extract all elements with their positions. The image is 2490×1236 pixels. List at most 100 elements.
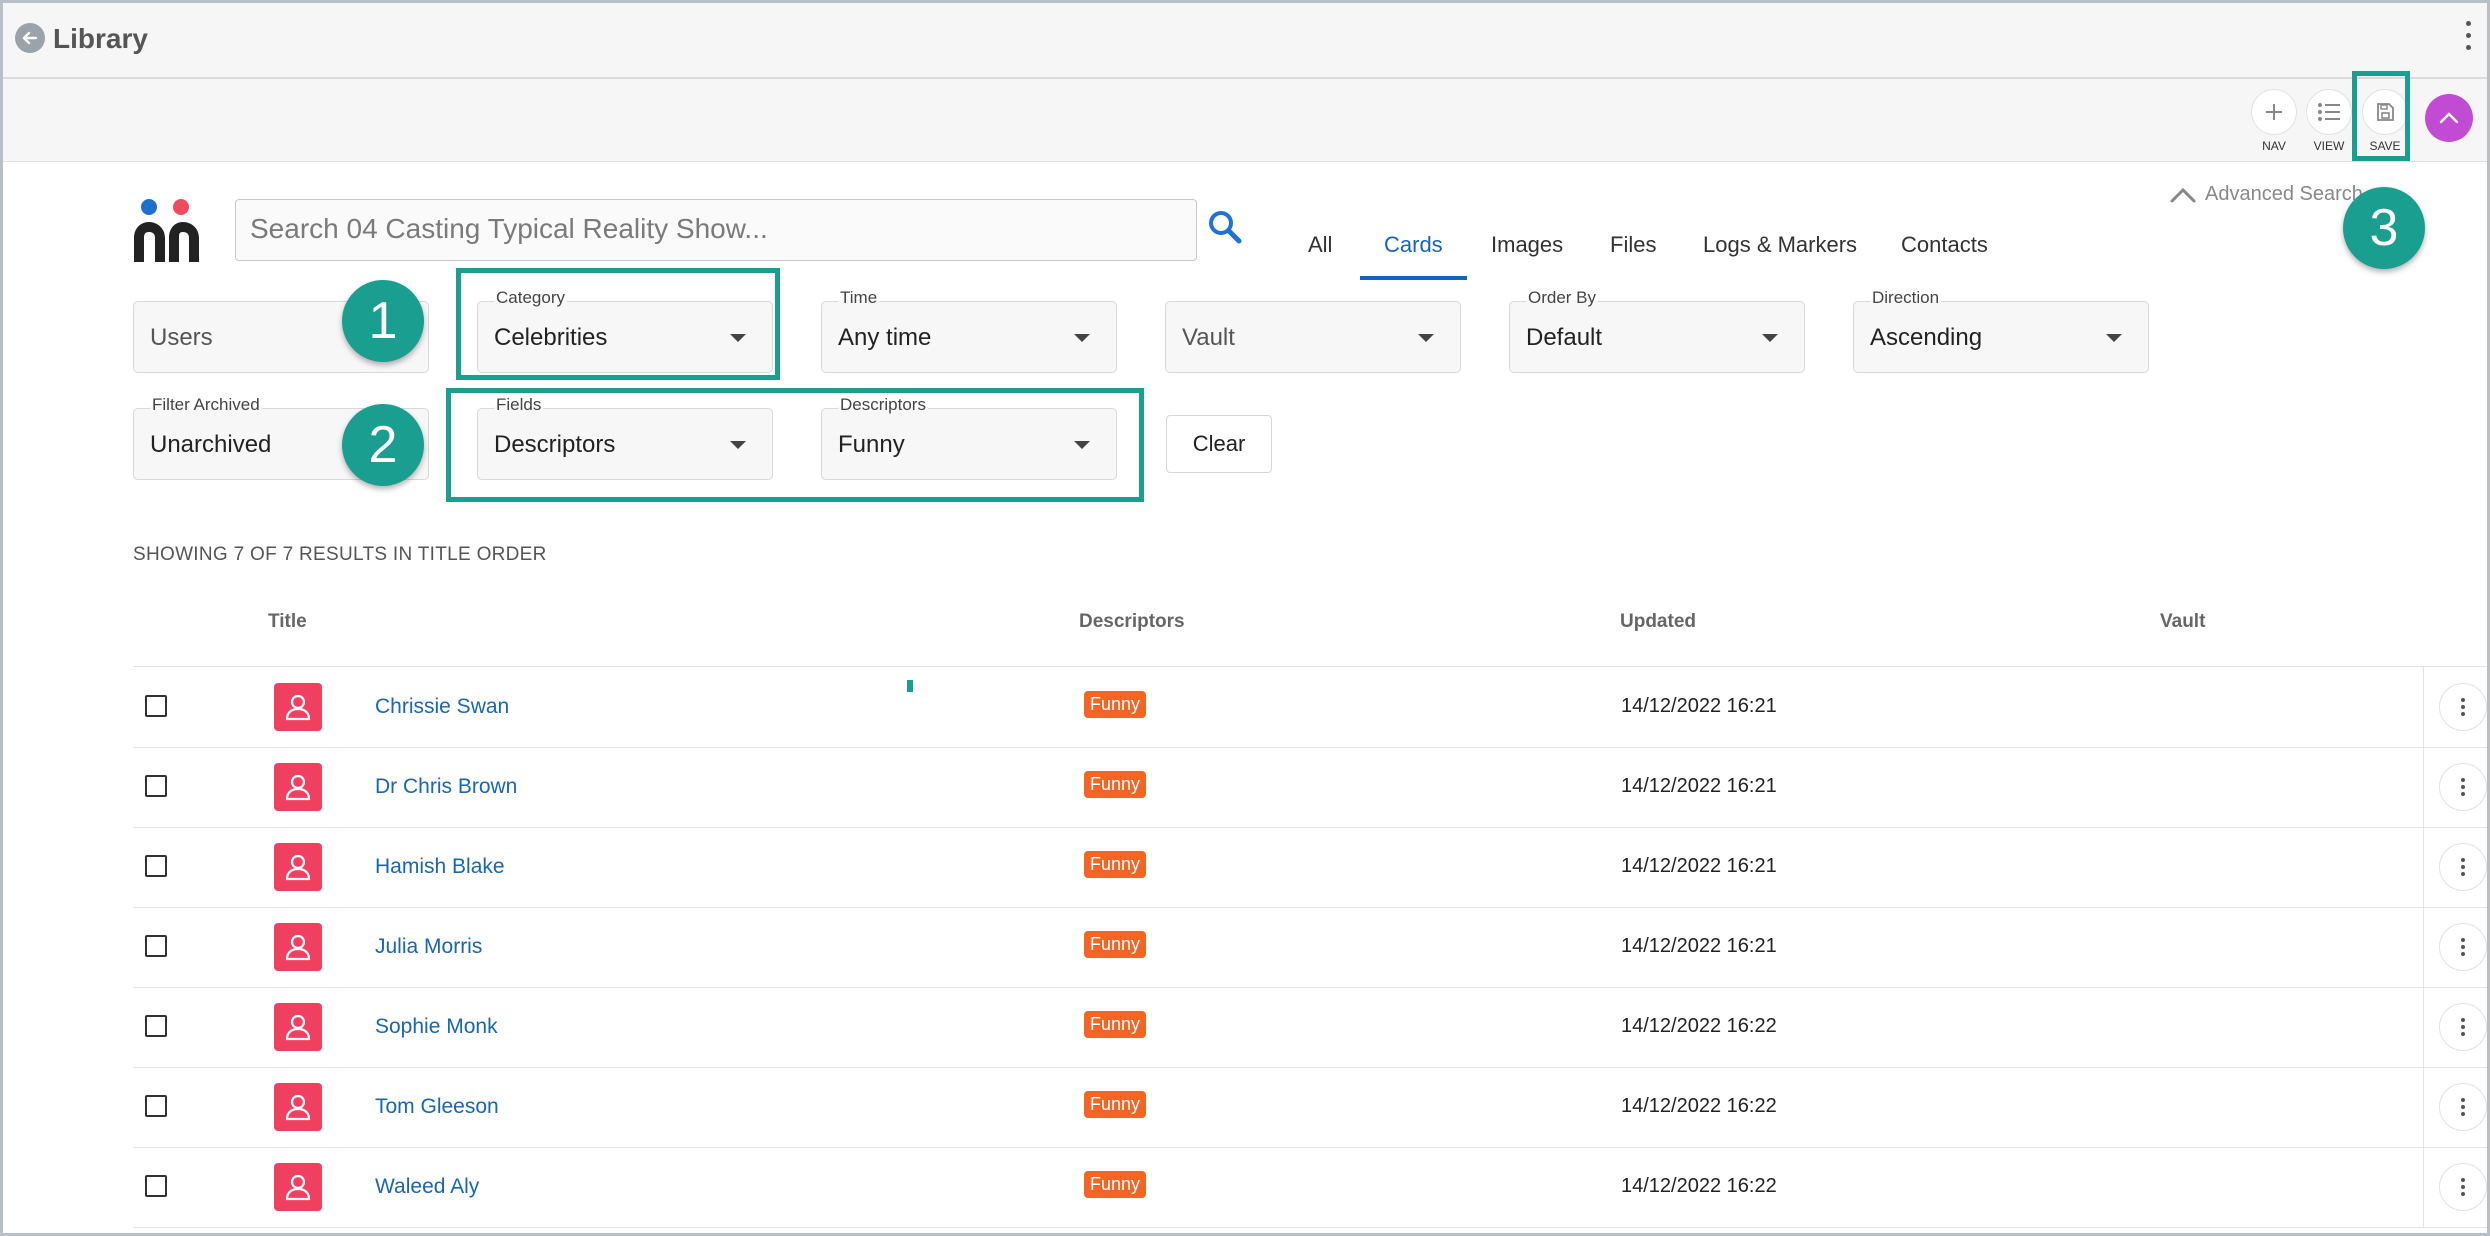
nav-label: NAV	[2262, 139, 2286, 153]
row-action-divider	[2423, 667, 2424, 747]
tab-logs-markers[interactable]: Logs & Markers	[1703, 232, 1857, 258]
time-label: Time	[838, 288, 880, 308]
view-label: VIEW	[2313, 139, 2345, 153]
row-action-divider	[2423, 827, 2424, 907]
tab-images[interactable]: Images	[1491, 232, 1563, 258]
save-highlight-box	[2352, 71, 2410, 161]
app-window: Library NAV VIEW SAVE Search 04 Casting …	[0, 0, 2490, 1236]
more-vert-icon[interactable]	[2439, 1003, 2487, 1051]
row-updated: 14/12/2022 16:22	[1621, 1095, 1777, 1117]
callout-2: 2	[342, 404, 424, 486]
person-icon	[274, 1083, 322, 1131]
row-action-divider	[2423, 987, 2424, 1067]
direction-select[interactable]: Direction Ascending	[1853, 288, 2149, 373]
descriptor-badge: Funny	[1084, 851, 1147, 878]
tab-all[interactable]: All	[1308, 232, 1332, 258]
person-icon	[274, 763, 322, 811]
direction-value: Ascending	[1870, 324, 1983, 351]
filter-archived-value: Unarchived	[150, 431, 272, 458]
column-header-vault[interactable]: Vault	[2160, 611, 2205, 633]
more-vert-icon[interactable]	[2439, 763, 2487, 811]
time-select[interactable]: Time Any time	[821, 288, 1117, 373]
search-icon[interactable]	[1207, 209, 1243, 250]
view-button[interactable]: VIEW	[2304, 89, 2354, 153]
more-vert-icon[interactable]	[2463, 21, 2473, 57]
table-row[interactable]: Waleed Aly Funny 14/12/2022 16:22	[133, 1147, 2487, 1228]
clear-button[interactable]: Clear	[1166, 415, 1272, 473]
table-row[interactable]: Julia Morris Funny 14/12/2022 16:21	[133, 907, 2487, 988]
time-value: Any time	[838, 324, 932, 351]
vault-value: Vault	[1182, 324, 1235, 351]
app-logo	[131, 198, 203, 264]
table-row[interactable]: Hamish Blake Funny 14/12/2022 16:21	[133, 827, 2487, 908]
row-title-link[interactable]: Chrissie Swan	[375, 695, 509, 719]
row-action-divider	[2423, 1067, 2424, 1147]
dropdown-arrow-icon	[1762, 334, 1778, 342]
tab-files[interactable]: Files	[1610, 232, 1656, 258]
column-header-title[interactable]: Title	[268, 611, 307, 633]
row-checkbox[interactable]	[145, 1015, 167, 1037]
row-updated: 14/12/2022 16:22	[1621, 1015, 1777, 1037]
row-title-link[interactable]: Sophie Monk	[375, 1015, 498, 1039]
row-action-divider	[2423, 907, 2424, 987]
more-vert-icon[interactable]	[2439, 683, 2487, 731]
vault-select[interactable]: Vault	[1165, 301, 1461, 373]
row-checkbox[interactable]	[145, 935, 167, 957]
dropdown-arrow-icon	[1074, 334, 1090, 342]
advanced-search-label: Advanced Search	[2205, 183, 2363, 205]
tab-contacts[interactable]: Contacts	[1901, 232, 1988, 258]
plus-icon	[2251, 89, 2297, 135]
table-row[interactable]: Sophie Monk Funny 14/12/2022 16:22	[133, 987, 2487, 1068]
back-arrow-icon[interactable]	[15, 23, 45, 53]
row-title-link[interactable]: Julia Morris	[375, 935, 482, 959]
table-row[interactable]: Tom Gleeson Funny 14/12/2022 16:22	[133, 1067, 2487, 1148]
callout-3: 3	[2343, 187, 2425, 269]
column-header-descriptors[interactable]: Descriptors	[1079, 611, 1185, 633]
chevron-up-icon	[2439, 112, 2459, 124]
table-row[interactable]: Dr Chris Brown Funny 14/12/2022 16:21	[133, 747, 2487, 828]
descriptor-badge: Funny	[1084, 1011, 1147, 1038]
order-by-select[interactable]: Order By Default	[1509, 288, 1805, 373]
top-bar: Library	[3, 3, 2487, 79]
filter-archived-label: Filter Archived	[150, 395, 262, 415]
row-action-divider	[2423, 1147, 2424, 1227]
row-checkbox[interactable]	[145, 1175, 167, 1197]
more-vert-icon[interactable]	[2439, 843, 2487, 891]
more-vert-icon[interactable]	[2439, 1083, 2487, 1131]
list-icon	[2306, 89, 2352, 135]
row-updated: 14/12/2022 16:21	[1621, 935, 1777, 957]
users-value: Users	[150, 324, 213, 351]
descriptor-badge: Funny	[1084, 1091, 1147, 1118]
search-input[interactable]	[236, 200, 1194, 258]
person-icon	[274, 1163, 322, 1211]
column-header-updated[interactable]: Updated	[1620, 611, 1696, 633]
row-checkbox[interactable]	[145, 775, 167, 797]
dropdown-arrow-icon	[2106, 334, 2122, 342]
scroll-up-button[interactable]	[2425, 94, 2473, 142]
row-updated: 14/12/2022 16:21	[1621, 855, 1777, 877]
table-row[interactable]: Chrissie Swan Funny 14/12/2022 16:21	[133, 667, 2487, 748]
row-checkbox[interactable]	[145, 695, 167, 717]
descriptor-badge: Funny	[1084, 1171, 1147, 1198]
search-field[interactable]	[235, 199, 1197, 261]
app-title: Library	[53, 23, 148, 54]
row-title-link[interactable]: Waleed Aly	[375, 1175, 479, 1199]
results-summary: SHOWING 7 OF 7 RESULTS IN TITLE ORDER	[133, 544, 547, 565]
dropdown-arrow-icon	[1418, 334, 1434, 342]
person-icon	[274, 683, 322, 731]
nav-button[interactable]: NAV	[2249, 89, 2299, 153]
direction-label: Direction	[1870, 288, 1942, 308]
row-title-link[interactable]: Dr Chris Brown	[375, 775, 517, 799]
row-checkbox[interactable]	[145, 1095, 167, 1117]
more-vert-icon[interactable]	[2439, 923, 2487, 971]
row-checkbox[interactable]	[145, 855, 167, 877]
row-updated: 14/12/2022 16:21	[1621, 775, 1777, 797]
row-title-link[interactable]: Hamish Blake	[375, 855, 505, 879]
advanced-search-toggle[interactable]: Advanced Search	[2169, 183, 2363, 206]
row-title-link[interactable]: Tom Gleeson	[375, 1095, 499, 1119]
row-action-divider	[2423, 747, 2424, 827]
more-vert-icon[interactable]	[2439, 1163, 2487, 1211]
fields-highlight-box	[446, 388, 1144, 502]
tab-cards[interactable]: Cards	[1384, 232, 1443, 258]
row-updated: 14/12/2022 16:22	[1621, 1175, 1777, 1197]
